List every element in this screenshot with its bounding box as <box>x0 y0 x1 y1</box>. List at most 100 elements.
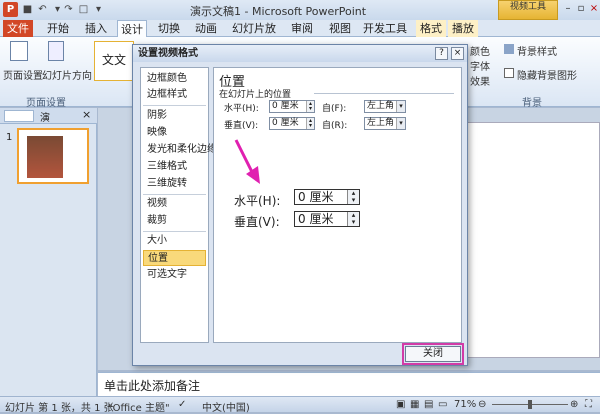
vertical-from-value: 左上角 <box>367 118 395 128</box>
tab-insert[interactable]: 插入 <box>83 20 109 37</box>
nav-item-reflection[interactable]: 映像 <box>143 125 206 141</box>
dialog-close-icon[interactable]: × <box>451 47 464 60</box>
tab-home[interactable]: 开始 <box>44 20 72 37</box>
position-panel: 位置 在幻灯片上的位置 水平(H): 0 厘米 ▴ ▾ 自(F): 左上角 ▾ 垂直(… <box>213 67 462 343</box>
slides-tab-icon[interactable] <box>4 110 34 122</box>
page-setup-button[interactable]: 页面设置 <box>3 67 43 82</box>
customize-qat-icon[interactable]: ▾ <box>92 3 105 16</box>
orientation-button[interactable]: 幻灯片方向 <box>42 67 92 82</box>
enlarged-horizontal-value: 0 厘米 <box>298 190 334 204</box>
horizontal-spinner[interactable]: 0 厘米 ▴ ▾ <box>269 100 315 113</box>
undo-icon[interactable]: ↶ <box>36 3 49 16</box>
nav-item-border-color[interactable]: 边框颜色 <box>143 71 206 87</box>
annotation-arrow-icon <box>234 139 260 184</box>
vertical-from-select[interactable]: 左上角 ▾ <box>364 117 406 130</box>
nav-item-3d-format[interactable]: 三维格式 <box>143 159 206 175</box>
bg-group-caption: 背景 <box>522 98 542 109</box>
hide-bg-checkbox[interactable] <box>504 68 514 78</box>
nav-item-3d-rotation[interactable]: 三维旋转 <box>143 176 206 192</box>
tab-animations[interactable]: 动画 <box>192 20 220 37</box>
zoom-out-icon[interactable]: ⊖ <box>478 399 486 410</box>
normal-view-icon[interactable]: ▣ <box>396 399 405 410</box>
outline-tab[interactable]: 演 <box>40 109 50 124</box>
close-window-icon[interactable]: × <box>586 2 600 16</box>
subsection-title: 在幻灯片上的位置 <box>219 90 292 100</box>
pane-tabs: 演 × <box>0 108 97 124</box>
horizontal-from-select[interactable]: 左上角 ▾ <box>364 100 406 113</box>
effects-button[interactable]: 效果 <box>470 73 490 88</box>
page-setup-icon[interactable] <box>10 41 28 61</box>
format-video-dialog: 设置视频格式 ? × 边框颜色 边框样式 阴影 映像 发光和柔化边缘 三维格式 … <box>132 44 468 366</box>
redo-icon[interactable]: ↷ <box>62 3 75 16</box>
close-pane-icon[interactable]: × <box>82 108 91 121</box>
theme-label: 文文 <box>101 53 126 67</box>
slide-number: 1 <box>6 132 13 143</box>
vertical-value: 0 厘米 <box>272 118 299 128</box>
nav-item-video[interactable]: 视频 <box>143 196 206 212</box>
from-label: 自(F): <box>322 104 347 114</box>
orientation-icon[interactable] <box>48 41 64 61</box>
bg-styles-icon <box>504 44 514 54</box>
tab-design[interactable]: 设计 <box>117 20 147 37</box>
nav-item-alt-text[interactable]: 可选文字 <box>143 267 206 283</box>
contextual-group-label: 视频工具 <box>498 0 558 20</box>
spin-arrows-icon[interactable]: ▴ ▾ <box>306 101 314 112</box>
nav-item-size[interactable]: 大小 <box>143 233 206 249</box>
dialog-nav-list: 边框颜色 边框样式 阴影 映像 发光和柔化边缘 三维格式 三维旋转 视频 裁剪 … <box>140 67 217 343</box>
fonts-button[interactable]: 字体 <box>470 58 490 73</box>
vertical-spinner[interactable]: 0 厘米 ▴ ▾ <box>269 117 315 130</box>
dropdown-arrow-icon[interactable]: ▾ <box>396 101 405 112</box>
nav-item-position[interactable]: 位置 <box>143 250 206 266</box>
spell-check-icon[interactable]: ✓ <box>178 399 186 410</box>
spin-arrows-icon[interactable]: ▴ ▾ <box>347 212 359 226</box>
notes-pane[interactable]: 单击此处添加备注 <box>98 372 600 396</box>
bg-styles-button[interactable]: 背景样式 <box>517 43 557 58</box>
status-bar: 幻灯片 第 1 张，共 1 张 "Office 主题" ✓ 中文(中国) ▣ ▦… <box>0 396 600 414</box>
zoom-slider-thumb[interactable] <box>528 400 532 409</box>
vertical-label: 垂直(V): <box>224 121 259 131</box>
reading-view-icon[interactable]: ▤ <box>424 399 433 410</box>
from-label-vertical: 自(R): <box>322 121 348 131</box>
dropdown-arrow-icon[interactable]: ▾ <box>396 118 405 129</box>
tab-review[interactable]: 审阅 <box>289 20 315 37</box>
tab-transitions[interactable]: 切换 <box>155 20 183 37</box>
sorter-view-icon[interactable]: ▦ <box>410 399 419 410</box>
tab-file[interactable]: 文件 <box>3 20 33 37</box>
tab-slideshow[interactable]: 幻灯片放映 <box>229 20 279 52</box>
nav-item-shadow[interactable]: 阴影 <box>143 108 206 124</box>
nav-item-border-style[interactable]: 边框样式 <box>143 87 206 103</box>
colors-button[interactable]: 颜色 <box>470 43 490 58</box>
enlarged-vertical-spinner[interactable]: 0 厘米 ▴ ▾ <box>294 211 360 227</box>
ribbon-tab-row: 文件 开始 插入 设计 切换 动画 幻灯片放映 审阅 视图 开发工具 格式 播放 <box>0 20 600 52</box>
fit-window-icon[interactable]: ⛶ <box>585 399 592 410</box>
nav-item-crop[interactable]: 裁剪 <box>143 213 206 229</box>
horizontal-from-value: 左上角 <box>367 101 395 111</box>
enlarged-horizontal-spinner[interactable]: 0 厘米 ▴ ▾ <box>294 189 360 205</box>
slides-pane: 演 × 1 <box>0 108 97 398</box>
page-setup-group-caption: 页面设置 <box>26 98 66 109</box>
theme-thumbnail[interactable]: 文文 <box>94 41 134 81</box>
dialog-title: 设置视频格式 <box>133 45 467 62</box>
help-button[interactable]: ? <box>435 47 448 60</box>
zoom-in-icon[interactable]: ⊕ <box>570 399 578 410</box>
hide-bg-label: 隐藏背景图形 <box>517 71 577 82</box>
window-title: 演示文稿1 - Microsoft PowerPoint <box>190 5 367 18</box>
slide-thumbnail[interactable] <box>17 128 89 184</box>
powerpoint-logo-icon: P <box>3 2 18 17</box>
spin-arrows-icon[interactable]: ▴ ▾ <box>347 190 359 204</box>
zoom-level[interactable]: 71% <box>454 399 476 410</box>
close-button[interactable]: 关闭 <box>402 343 464 365</box>
slideshow-view-icon[interactable]: ▭ <box>438 399 447 410</box>
save-icon[interactable]: ■ <box>21 3 34 16</box>
horizontal-label: 水平(H): <box>224 104 259 114</box>
nav-item-glow[interactable]: 发光和柔化边缘 <box>143 142 217 158</box>
enlarged-vertical-value: 0 厘米 <box>298 212 334 226</box>
tab-format[interactable]: 格式 <box>416 20 446 37</box>
thumbnail-image <box>27 136 63 178</box>
horizontal-value: 0 厘米 <box>272 101 299 111</box>
tab-view[interactable]: 视图 <box>327 20 353 37</box>
tab-playback[interactable]: 播放 <box>448 20 478 37</box>
tab-developer[interactable]: 开发工具 <box>362 20 408 37</box>
spin-arrows-icon[interactable]: ▴ ▾ <box>306 118 314 129</box>
new-icon[interactable]: □ <box>77 3 90 16</box>
